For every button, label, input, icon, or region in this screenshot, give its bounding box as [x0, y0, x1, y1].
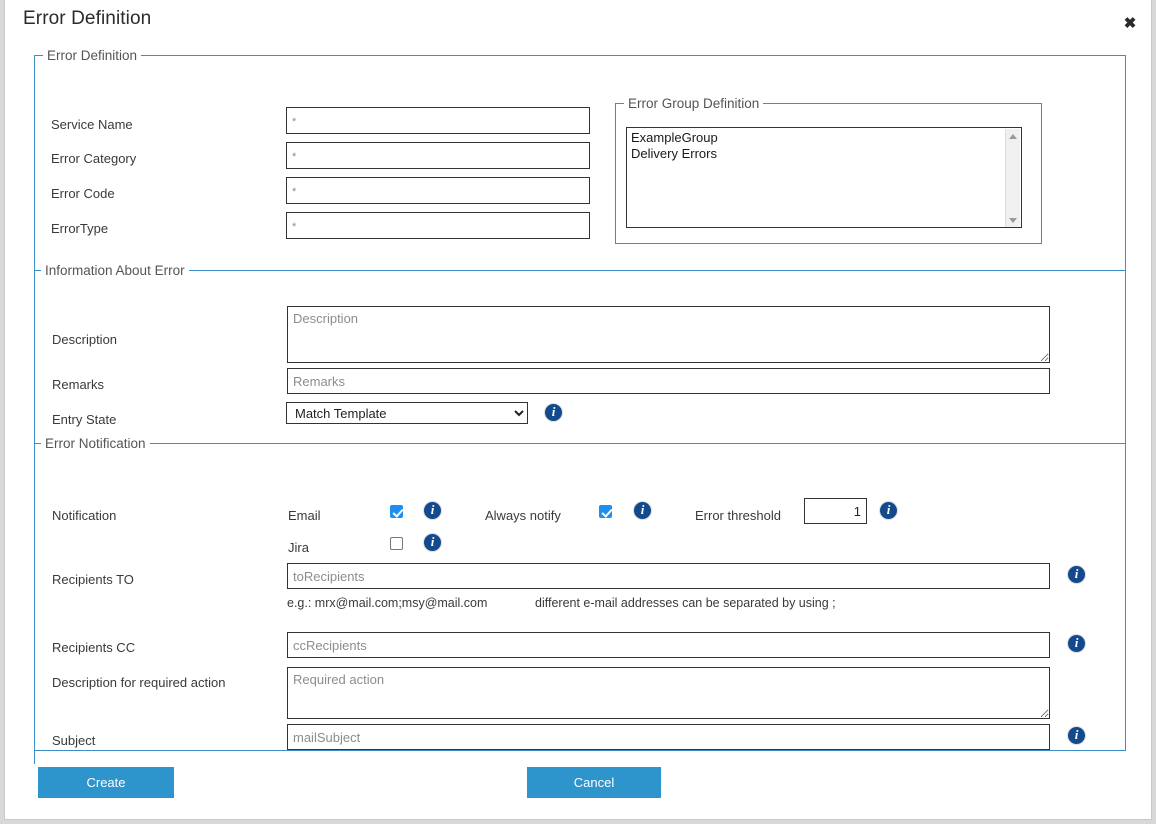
email-info-icon[interactable]: i [423, 501, 442, 520]
subject-input[interactable] [287, 724, 1050, 750]
subject-info-icon[interactable]: i [1067, 726, 1086, 745]
recipients-to-info-icon[interactable]: i [1067, 565, 1086, 584]
error-code-input[interactable] [286, 177, 590, 204]
always-notify-checkbox[interactable] [599, 505, 612, 518]
error-category-input[interactable] [286, 142, 590, 169]
error-type-label: ErrorType [51, 221, 108, 236]
recipients-cc-input[interactable] [287, 632, 1050, 658]
information-about-error-legend: Information About Error [41, 263, 189, 278]
error-code-label: Error Code [51, 186, 115, 201]
subject-label: Subject [52, 733, 95, 748]
entry-state-label: Entry State [52, 412, 116, 427]
notification-label: Notification [52, 508, 116, 523]
error-type-input[interactable] [286, 212, 590, 239]
error-threshold-input[interactable] [804, 498, 867, 524]
jira-checkbox[interactable] [390, 537, 403, 550]
always-notify-label: Always notify [485, 508, 561, 523]
recipients-cc-info-icon[interactable]: i [1067, 634, 1086, 653]
description-label: Description [52, 332, 117, 347]
recipients-hint-example: e.g.: mrx@mail.com;msy@mail.com [287, 596, 487, 610]
error-notification-section: Error Notification Notification Email i … [34, 436, 1126, 764]
close-icon[interactable]: ✖ [1119, 14, 1141, 36]
error-group-listbox[interactable]: ExampleGroup Delivery Errors [626, 127, 1022, 228]
recipients-cc-label: Recipients CC [52, 640, 135, 655]
service-name-input[interactable] [286, 107, 590, 134]
required-action-textarea[interactable] [287, 667, 1050, 719]
cancel-button[interactable]: Cancel [527, 767, 661, 798]
scroll-down-icon[interactable] [1009, 218, 1017, 223]
remarks-label: Remarks [52, 377, 104, 392]
entry-state-info-icon[interactable]: i [544, 403, 563, 422]
dialog-header: Error Definition ✖ [5, 0, 1151, 44]
create-button[interactable]: Create [38, 767, 174, 798]
recipients-to-input[interactable] [287, 563, 1050, 589]
recipients-to-label: Recipients TO [52, 572, 134, 587]
listbox-scrollbar[interactable] [1005, 129, 1020, 228]
description-textarea[interactable] [287, 306, 1050, 363]
service-name-label: Service Name [51, 117, 133, 132]
page-title: Error Definition [23, 8, 151, 29]
error-definition-dialog: Error Definition ✖ Error Definition Serv… [4, 0, 1152, 820]
remarks-input[interactable] [287, 368, 1050, 394]
entry-state-select[interactable]: Match Template [286, 402, 528, 424]
error-group-legend: Error Group Definition [624, 96, 763, 111]
scroll-up-icon[interactable] [1009, 134, 1017, 139]
email-label: Email [288, 508, 321, 523]
always-notify-info-icon[interactable]: i [633, 501, 652, 520]
error-group-definition-section: Error Group Definition ExampleGroup Deli… [615, 96, 1042, 244]
jira-label: Jira [288, 540, 309, 555]
email-checkbox[interactable] [390, 505, 403, 518]
list-item[interactable]: ExampleGroup [630, 130, 1021, 146]
error-notification-legend: Error Notification [41, 436, 150, 451]
recipients-hint-text: different e-mail addresses can be separa… [535, 596, 836, 610]
error-threshold-info-icon[interactable]: i [879, 501, 898, 520]
required-action-label: Description for required action [52, 675, 225, 690]
list-item[interactable]: Delivery Errors [630, 146, 1021, 162]
information-about-error-section: Information About Error Description Rema… [34, 263, 1126, 439]
error-definition-legend: Error Definition [43, 48, 141, 63]
error-category-label: Error Category [51, 151, 136, 166]
error-threshold-label: Error threshold [695, 508, 781, 523]
error-definition-section: Error Definition Service Name Error Cate… [34, 48, 1126, 751]
jira-info-icon[interactable]: i [423, 533, 442, 552]
